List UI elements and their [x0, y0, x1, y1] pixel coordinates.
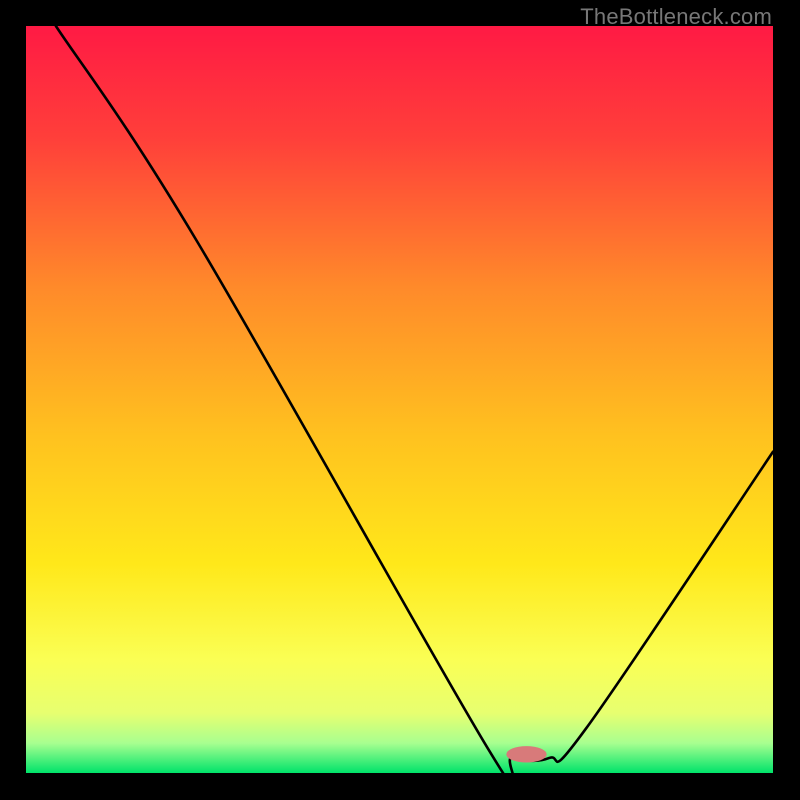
chart-container: TheBottleneck.com — [0, 0, 800, 800]
bottleneck-curve — [26, 26, 773, 773]
plot-area — [26, 26, 773, 773]
